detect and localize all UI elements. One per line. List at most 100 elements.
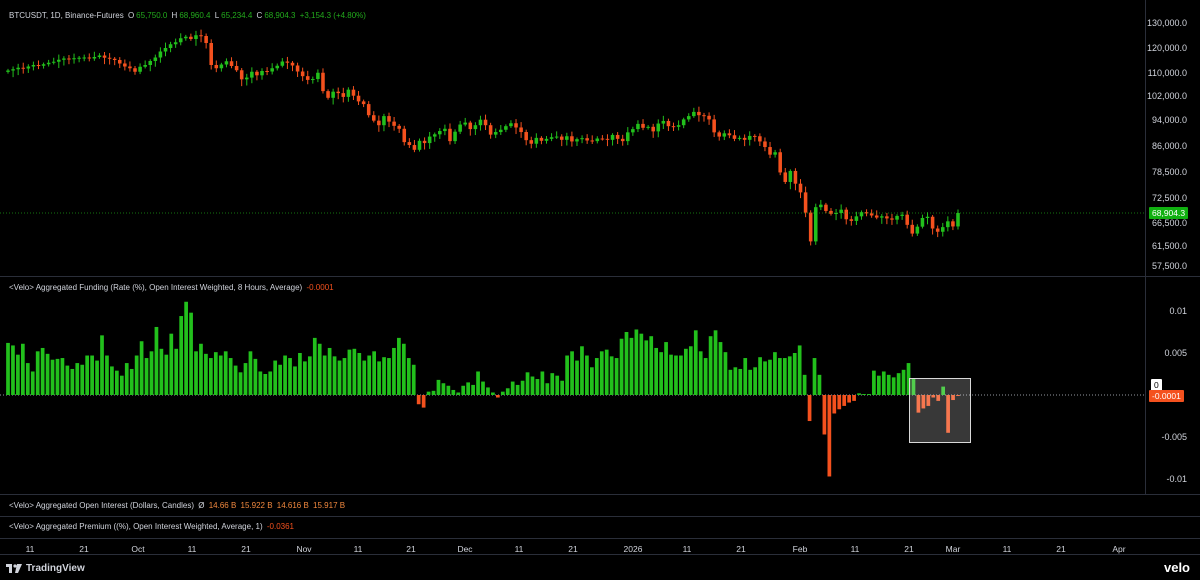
funding-bar: [60, 358, 65, 395]
candle-body: [488, 125, 493, 135]
funding-bar: [535, 379, 540, 395]
candle: [539, 136, 544, 145]
candle-body: [793, 170, 798, 184]
funding-bar: [70, 368, 75, 395]
time-label: 21: [736, 544, 746, 554]
funding-bar: [718, 342, 723, 395]
candle: [585, 134, 589, 144]
candle: [92, 51, 97, 61]
candle: [77, 56, 81, 63]
time-label: 21: [241, 544, 251, 554]
funding-pane[interactable]: [0, 277, 1145, 494]
candle: [128, 61, 132, 72]
funding-bar: [90, 355, 94, 395]
tradingview-logo[interactable]: TradingView: [6, 563, 85, 574]
candle-body: [534, 137, 539, 144]
candle: [214, 60, 219, 73]
funding-bar: [624, 332, 629, 395]
candle: [854, 211, 859, 226]
funding-bar: [688, 346, 693, 395]
candle: [544, 135, 549, 144]
candle-body: [524, 132, 528, 141]
funding-bar: [446, 385, 451, 395]
candle-body: [336, 91, 340, 94]
tradingview-label: TradingView: [26, 563, 85, 574]
candle: [67, 55, 71, 65]
time-label: Apr: [1112, 544, 1126, 554]
funding-bar: [649, 336, 654, 395]
open-label: O: [127, 11, 135, 20]
funding-legend[interactable]: <Velo> Aggregated Funding (Rate (%), Ope…: [9, 283, 336, 292]
candle-body: [397, 125, 401, 129]
candle-body: [51, 61, 56, 63]
candle: [82, 54, 86, 62]
candle: [321, 68, 325, 94]
candle: [199, 29, 203, 43]
price-axis[interactable]: 130,000.0 120,000.0 110,000.0 102,000.0 …: [1145, 0, 1200, 276]
price-tick: 102,000.0: [1146, 91, 1187, 101]
candle: [656, 119, 661, 138]
funding-bar: [778, 358, 782, 395]
candle-body: [910, 224, 915, 234]
candle-body: [351, 89, 356, 96]
funding-bar: [204, 353, 208, 395]
funding-bar-chart[interactable]: [0, 277, 1145, 494]
funding-bar: [654, 347, 659, 395]
funding-bar: [867, 394, 871, 395]
funding-bar: [228, 358, 233, 395]
pane-divider[interactable]: [0, 494, 1200, 495]
candle-body: [570, 136, 574, 142]
funding-bar: [540, 371, 545, 395]
premium-legend[interactable]: <Velo> Aggregated Premium ((%), Open Int…: [9, 522, 296, 531]
funding-bar: [298, 353, 302, 395]
funding-bar: [634, 329, 639, 395]
candle-body: [778, 152, 782, 173]
candle: [819, 199, 823, 211]
candle: [829, 208, 833, 216]
funding-bar: [594, 358, 599, 395]
candle: [580, 135, 584, 144]
funding-bar: [842, 395, 847, 406]
candle: [666, 118, 671, 131]
candle-body: [270, 68, 274, 72]
candle: [36, 60, 41, 70]
candle-body: [951, 221, 955, 227]
time-label: 21: [406, 544, 416, 554]
oi-legend-label: <Velo> Aggregated Open Interest (Dollars…: [9, 501, 194, 510]
time-label: 11: [514, 544, 524, 554]
highlight-rectangle[interactable]: [909, 378, 971, 443]
candle: [138, 63, 142, 75]
candle-body: [641, 123, 645, 128]
candle-body: [615, 134, 620, 139]
funding-bar: [110, 366, 114, 395]
candle: [11, 66, 15, 78]
candle-body: [275, 65, 280, 69]
velo-logo: velo: [1163, 560, 1190, 575]
candle-body: [438, 131, 442, 135]
candle-body: [605, 138, 610, 140]
candle-body: [295, 65, 300, 72]
candle-body: [57, 59, 61, 62]
funding-bar: [238, 372, 243, 395]
candlestick-chart[interactable]: [0, 0, 1145, 276]
funding-bar: [129, 368, 134, 395]
candle: [940, 222, 945, 237]
symbol-label[interactable]: BTCUSDT, 1D, Binance-Futures: [9, 11, 124, 20]
oi-high: 15.922 B: [240, 501, 273, 510]
funding-bar: [550, 373, 555, 395]
open-interest-legend[interactable]: <Velo> Aggregated Open Interest (Dollars…: [9, 501, 347, 510]
funding-bar: [50, 359, 55, 395]
funding-bar: [6, 342, 10, 395]
candle: [849, 215, 854, 226]
funding-bar: [278, 364, 282, 395]
candle: [488, 122, 493, 139]
candle-body: [432, 134, 437, 137]
funding-bar: [481, 381, 485, 395]
funding-bar: [876, 375, 881, 395]
pane-divider[interactable]: [0, 516, 1200, 517]
candle-body: [448, 128, 452, 142]
candle: [163, 42, 168, 57]
price-pane[interactable]: [0, 0, 1145, 276]
candle-body: [133, 68, 137, 72]
candle-body: [742, 137, 747, 140]
